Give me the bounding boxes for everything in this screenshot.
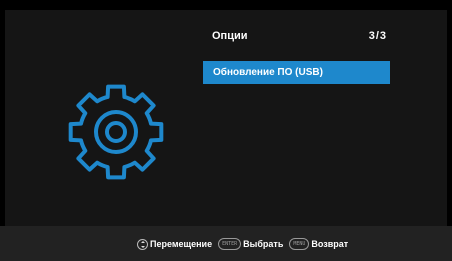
gear-icon	[68, 84, 164, 180]
menu-header: Опции 3/3	[212, 30, 387, 44]
hint-back-label: Возврат	[311, 239, 349, 249]
nav-arrows-icon	[137, 238, 148, 250]
menu-key-icon: MENU	[289, 238, 310, 250]
enter-key-icon: ENTER	[218, 238, 242, 250]
tv-menu-screen: Опции 3/3 Обновление ПО (USB) Перемещени…	[0, 0, 452, 261]
top-strip	[0, 0, 452, 10]
hint-select-label: Выбрать	[243, 239, 284, 249]
menu-item-software-update-usb[interactable]: Обновление ПО (USB)	[203, 61, 390, 84]
menu-title: Опции	[212, 30, 248, 42]
footer-hints-bar: Перемещение ENTER Выбрать MENU Возврат	[0, 226, 452, 261]
hint-navigate-label: Перемещение	[150, 239, 213, 249]
page-indicator: 3/3	[368, 30, 387, 42]
hints: Перемещение ENTER Выбрать MENU Возврат	[137, 237, 352, 251]
